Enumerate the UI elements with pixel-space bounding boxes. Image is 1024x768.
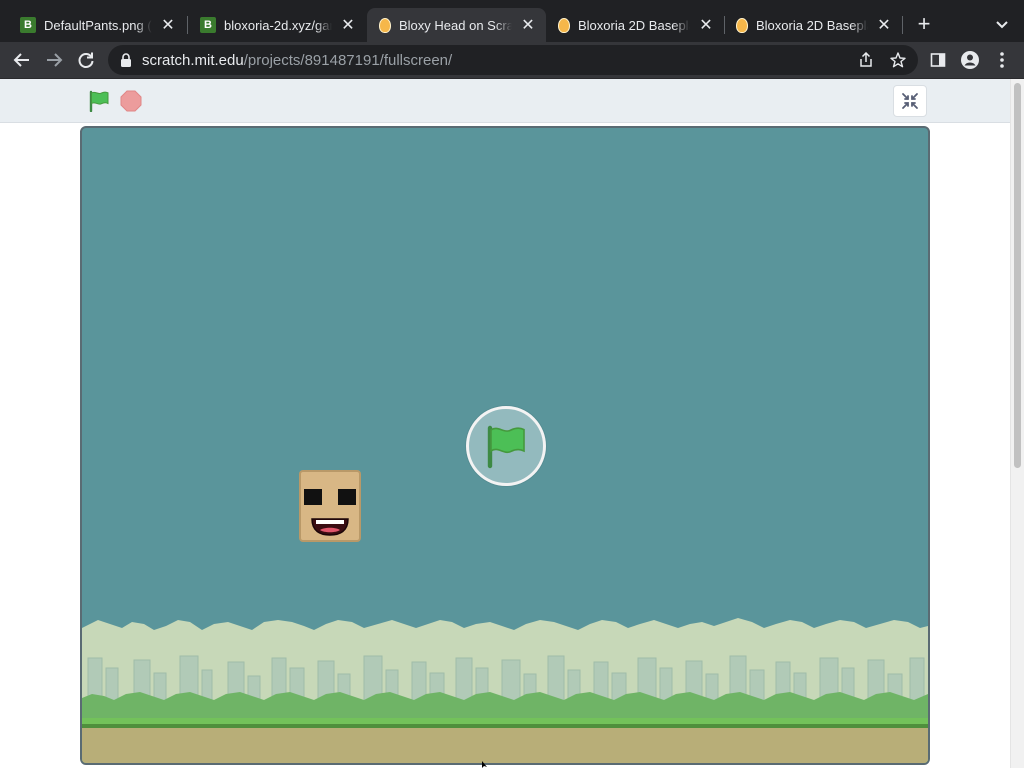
scratch-cat-icon — [736, 17, 748, 33]
exit-fullscreen-icon — [902, 93, 918, 109]
project-stage[interactable] — [80, 126, 930, 765]
exit-fullscreen-button[interactable] — [893, 85, 927, 117]
stop-sign-icon — [120, 90, 142, 112]
kebab-menu-icon — [1000, 52, 1004, 68]
ground — [82, 728, 928, 763]
tab-title: Bloxoria 2D Basepla — [756, 17, 868, 33]
close-icon[interactable]: ✕ — [520, 17, 536, 34]
tab-title: DefaultPants.png (4 — [44, 17, 152, 33]
left-eye — [304, 489, 322, 505]
chevron-down-icon — [996, 21, 1008, 29]
tab-separator — [902, 16, 903, 34]
stop-button[interactable] — [120, 90, 142, 112]
profile-avatar-icon — [961, 51, 979, 69]
arrow-left-icon — [13, 53, 29, 67]
reload-button[interactable] — [74, 48, 98, 72]
url-host: scratch.mit.edu — [142, 52, 244, 69]
bloxy-head-sprite[interactable] — [298, 469, 362, 543]
bloxoria-b-icon: B — [20, 17, 36, 33]
green-flag-overlay-button[interactable] — [466, 406, 546, 486]
tab-1[interactable]: B bloxoria-2d.xyz/gam ✕ — [180, 8, 366, 42]
arrow-right-icon — [47, 53, 63, 67]
close-icon[interactable]: ✕ — [340, 17, 356, 34]
scratch-fullscreen-page — [0, 79, 1024, 768]
share-icon — [860, 52, 872, 67]
mouse-cursor-icon — [482, 761, 487, 768]
address-bar[interactable]: scratch.mit.edu/projects/891487191/fulls… — [108, 45, 918, 75]
side-panel-button[interactable] — [926, 48, 950, 72]
forward-button[interactable] — [42, 48, 66, 72]
right-eye — [338, 489, 356, 505]
side-panel-icon — [930, 53, 946, 67]
scratch-cat-icon — [558, 17, 570, 33]
page-scrollbar[interactable] — [1010, 79, 1024, 768]
bookmark-button[interactable] — [888, 50, 908, 70]
green-flag-icon — [487, 425, 525, 469]
back-button[interactable] — [10, 48, 34, 72]
close-icon[interactable]: ✕ — [698, 17, 714, 34]
scratch-cat-icon — [379, 17, 391, 33]
tab-0[interactable]: B DefaultPants.png (4 ✕ — [0, 8, 186, 42]
tab-strip: B DefaultPants.png (4 ✕ B bloxoria-2d.xy… — [0, 0, 1024, 42]
tab-4[interactable]: Bloxoria 2D Basepla ✕ — [724, 8, 902, 42]
browser-toolbar: scratch.mit.edu/projects/891487191/fulls… — [0, 42, 1024, 79]
lock-icon — [121, 53, 131, 67]
tab-2-active[interactable]: Bloxy Head on Scrat ✕ — [367, 8, 546, 42]
url-path: /projects/891487191/fullscreen/ — [243, 52, 453, 69]
tab-title: bloxoria-2d.xyz/gam — [224, 17, 332, 33]
tab-title: Bloxoria 2D Basepla — [578, 17, 690, 33]
new-tab-button[interactable]: + — [912, 13, 936, 37]
reload-icon — [78, 52, 94, 68]
scrollbar-thumb[interactable] — [1014, 83, 1021, 468]
close-icon[interactable]: ✕ — [876, 17, 892, 34]
tab-search-button[interactable] — [990, 13, 1014, 37]
player-controls-bar — [0, 79, 1010, 123]
bloxoria-b-icon: B — [200, 17, 216, 33]
tab-3[interactable]: Bloxoria 2D Basepla ✕ — [546, 8, 724, 42]
green-flag-button[interactable] — [86, 89, 112, 113]
green-flag-icon — [89, 90, 109, 112]
browser-menu-button[interactable] — [990, 48, 1014, 72]
share-button[interactable] — [856, 50, 876, 70]
url-text: scratch.mit.edu/projects/891487191/fulls… — [142, 52, 452, 69]
star-icon — [890, 52, 906, 68]
close-icon[interactable]: ✕ — [160, 17, 176, 34]
tab-title: Bloxy Head on Scrat — [399, 17, 512, 33]
grass-edge — [82, 724, 928, 728]
profile-button[interactable] — [958, 48, 982, 72]
